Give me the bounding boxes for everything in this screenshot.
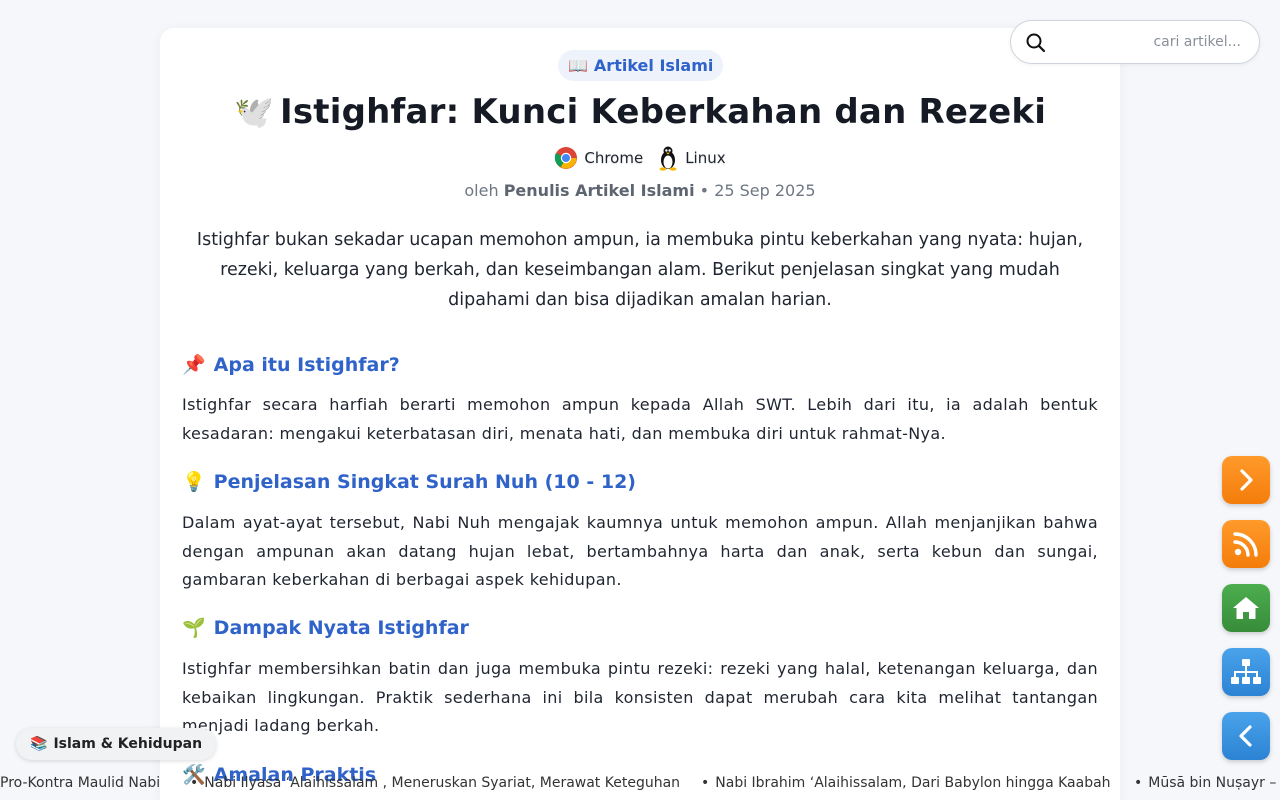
news-ticker: Pro-Kontra Maulid Nabi • Nabi Ilyasa ‘Ala… <box>0 772 1280 796</box>
platform-label: Chrome <box>584 149 644 167</box>
ticker-item[interactable]: • Mūsā bin Nuṣayr – M <box>1134 772 1280 794</box>
tag-label: Islam & Kehidupan <box>53 736 203 752</box>
author-name[interactable]: Penulis Artikel Islami <box>504 181 695 200</box>
home-icon <box>1233 597 1259 619</box>
platform-chrome: Chrome <box>554 146 643 170</box>
chevron-right-icon <box>1240 469 1253 491</box>
rss-button[interactable] <box>1222 520 1270 568</box>
sitemap-icon <box>1231 659 1261 684</box>
chevron-left-icon <box>1239 725 1252 747</box>
publish-date: 25 Sep 2025 <box>714 181 816 200</box>
platform-label: Linux <box>685 149 726 167</box>
pushpin-icon: 📌 <box>182 354 206 376</box>
category-tag[interactable]: 📚 Islam & Kehidupan <box>16 728 217 760</box>
home-button[interactable] <box>1222 584 1270 632</box>
linux-icon <box>659 146 677 171</box>
section-text: Dalam ayat-ayat tersebut, Nabi Nuh menga… <box>182 513 1098 590</box>
back-button[interactable] <box>1222 712 1270 760</box>
ticker-item[interactable]: Pro-Kontra Maulid Nabi <box>0 772 160 794</box>
section-heading: 🌱 Dampak Nyata Istighfar <box>182 616 469 640</box>
article-title: 🕊️ Istighfar: Kunci Keberkahan dan Rezeki <box>233 92 1047 132</box>
section-text: Istighfar membersihkan batin dan juga me… <box>182 659 1098 736</box>
platform-linux: Linux <box>657 145 726 171</box>
next-button[interactable] <box>1222 456 1270 504</box>
chrome-icon <box>555 147 578 169</box>
seedling-icon: 🌱 <box>182 617 206 639</box>
section-heading: 📌 Apa itu Istighfar? <box>182 353 400 377</box>
search-icon <box>1026 33 1046 53</box>
sitemap-button[interactable] <box>1222 648 1270 696</box>
ticker-item[interactable]: • Nabi Ilyasa ‘Alaihissalam , Meneruskan … <box>190 772 680 794</box>
lightbulb-icon: 💡 <box>182 471 206 493</box>
platform-list: Chrome Linux <box>0 145 1280 171</box>
category-label: Artikel Islami <box>593 56 714 75</box>
section-heading: 💡 Penjelasan Singkat Surah Nuh (10 - 12) <box>182 470 636 494</box>
rss-icon <box>1233 532 1258 557</box>
search-input[interactable] <box>1055 29 1249 55</box>
category-badge[interactable]: 📖 Artikel Islami <box>558 50 724 81</box>
dove-icon: 🕊️ <box>233 93 274 131</box>
search-box[interactable] <box>1010 20 1260 64</box>
article-intro: Istighfar bukan sekadar ucapan memohon a… <box>196 230 1084 310</box>
byline: oleh Penulis Artikel Islami • 25 Sep 202… <box>464 181 816 200</box>
ticker-item[interactable]: • Nabi Ibrahim ‘Alaihissalam, Dari Babylo… <box>701 772 1111 794</box>
books-icon: 📚 <box>30 736 48 752</box>
section-text: Istighfar secara harfiah berarti memohon… <box>182 395 1098 443</box>
book-icon: 📖 <box>568 56 588 75</box>
